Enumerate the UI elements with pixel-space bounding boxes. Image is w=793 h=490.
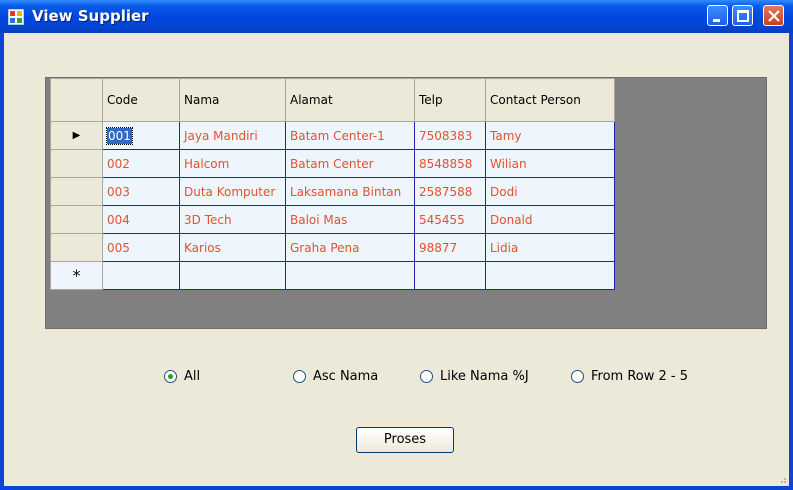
radio-checked-icon[interactable] [164, 370, 177, 383]
supplier-grid[interactable]: Code Nama Alamat Telp Contact Person ▶ 0… [45, 77, 767, 329]
column-header-contact-person[interactable]: Contact Person [485, 78, 615, 122]
minimize-icon [713, 19, 720, 22]
cell-alamat[interactable]: Graha Pena [285, 233, 415, 262]
cell-code[interactable]: 003 [102, 177, 180, 206]
maximize-button[interactable] [732, 5, 753, 26]
radio-like-nama-label[interactable]: Like Nama %J [440, 368, 529, 386]
cell-contact-person[interactable] [485, 261, 615, 290]
cell-alamat[interactable]: Baloi Mas [285, 205, 415, 234]
row-header-corner[interactable] [50, 78, 103, 122]
radio-from-row-label[interactable]: From Row 2 - 5 [591, 368, 688, 386]
cell-code[interactable]: 001 [102, 121, 180, 150]
cell-telp[interactable]: 545455 [414, 205, 486, 234]
cell-code[interactable]: 002 [102, 149, 180, 178]
column-header-nama[interactable]: Nama [179, 78, 286, 122]
cell-nama[interactable]: Karios [179, 233, 286, 262]
resize-grip-icon[interactable] [777, 474, 787, 484]
cell-telp[interactable]: 98877 [414, 233, 486, 262]
cell-code[interactable]: 005 [102, 233, 180, 262]
cell-code[interactable]: 004 [102, 205, 180, 234]
current-row-indicator[interactable]: ▶ [50, 121, 103, 150]
close-icon [768, 10, 780, 22]
cell-nama[interactable]: Duta Komputer [179, 177, 286, 206]
cell-alamat[interactable]: Batam Center-1 [285, 121, 415, 150]
row-header[interactable] [50, 177, 103, 206]
cell-contact-person[interactable]: Dodi [485, 177, 615, 206]
table-row[interactable]: 002 Halcom Batam Center 8548858 Wilian [50, 149, 615, 178]
supplier-table: Code Nama Alamat Telp Contact Person ▶ 0… [50, 78, 615, 290]
cell-contact-person[interactable]: Donald [485, 205, 615, 234]
cell-contact-person[interactable]: Lidia [485, 233, 615, 262]
table-row[interactable]: 004 3D Tech Baloi Mas 545455 Donald [50, 205, 615, 234]
app-icon [8, 9, 24, 25]
column-header-alamat[interactable]: Alamat [285, 78, 415, 122]
proses-button[interactable]: Proses [356, 427, 454, 453]
table-row[interactable]: 003 Duta Komputer Laksamana Bintan 25875… [50, 177, 615, 206]
cell-alamat[interactable] [285, 261, 415, 290]
radio-unchecked-icon[interactable] [571, 370, 584, 383]
cell-code[interactable] [102, 261, 180, 290]
cell-telp[interactable]: 2587588 [414, 177, 486, 206]
window-title: View Supplier [32, 7, 149, 25]
close-button[interactable] [763, 5, 784, 26]
view-supplier-window: View Supplier Code Nama Alamat Telp Cont… [0, 0, 793, 490]
row-header[interactable] [50, 205, 103, 234]
cell-nama[interactable]: Halcom [179, 149, 286, 178]
maximize-icon [737, 10, 749, 22]
cell-contact-person[interactable]: Tamy [485, 121, 615, 150]
row-header[interactable] [50, 233, 103, 262]
row-header[interactable] [50, 149, 103, 178]
new-row-indicator[interactable]: * [50, 261, 103, 290]
cell-contact-person[interactable]: Wilian [485, 149, 615, 178]
title-bar[interactable]: View Supplier [0, 0, 793, 33]
column-header-code[interactable]: Code [102, 78, 180, 122]
table-row[interactable]: ▶ 001 Jaya Mandiri Batam Center-1 750838… [50, 121, 615, 150]
cell-nama[interactable] [179, 261, 286, 290]
cell-alamat[interactable]: Laksamana Bintan [285, 177, 415, 206]
radio-unchecked-icon[interactable] [420, 370, 433, 383]
cell-code-value: 001 [106, 126, 133, 145]
cell-telp[interactable] [414, 261, 486, 290]
radio-asc-nama-label[interactable]: Asc Nama [313, 368, 378, 386]
cell-nama[interactable]: 3D Tech [179, 205, 286, 234]
radio-all-label[interactable]: All [184, 368, 200, 386]
client-area: Code Nama Alamat Telp Contact Person ▶ 0… [4, 33, 789, 486]
minimize-button[interactable] [707, 5, 728, 26]
table-row[interactable]: 005 Karios Graha Pena 98877 Lidia [50, 233, 615, 262]
header-row: Code Nama Alamat Telp Contact Person [50, 78, 615, 122]
cell-alamat[interactable]: Batam Center [285, 149, 415, 178]
cell-telp[interactable]: 7508383 [414, 121, 486, 150]
radio-unchecked-icon[interactable] [293, 370, 306, 383]
column-header-telp[interactable]: Telp [414, 78, 486, 122]
cell-nama[interactable]: Jaya Mandiri [179, 121, 286, 150]
cell-telp[interactable]: 8548858 [414, 149, 486, 178]
radio-dot-icon [168, 374, 173, 379]
new-row[interactable]: * [50, 261, 615, 290]
